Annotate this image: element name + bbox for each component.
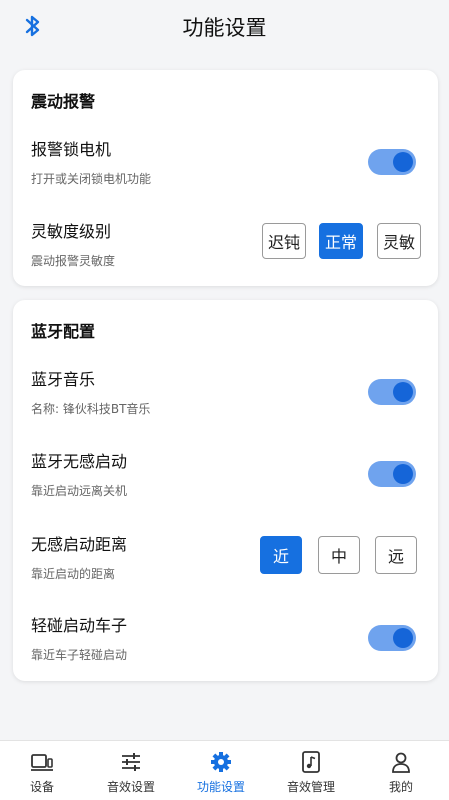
lock-motor-row: 报警锁电机 打开或关闭锁电机功能 bbox=[13, 136, 438, 196]
tab-sound-settings[interactable]: 音效设置 bbox=[86, 741, 176, 800]
tap-start-description: 靠近车子轻碰启动 bbox=[31, 648, 128, 662]
tab-label: 功能设置 bbox=[196, 780, 245, 794]
section-title: 震动报警 bbox=[31, 92, 96, 111]
tab-sound-management[interactable]: 音效管理 bbox=[266, 741, 356, 800]
sensitivity-option-normal[interactable]: 正常 bbox=[319, 223, 363, 259]
tab-label: 音效管理 bbox=[286, 780, 335, 794]
tab-device[interactable]: 设备 bbox=[0, 741, 87, 800]
tab-me[interactable]: 我的 bbox=[356, 741, 446, 800]
tab-label: 音效设置 bbox=[106, 780, 155, 794]
sensitivity-row: 灵敏度级别 震动报警灵敏度 迟钝 正常 灵敏 bbox=[13, 218, 438, 278]
keyless-start-description: 靠近启动远离关机 bbox=[31, 484, 128, 498]
start-distance-row: 无感启动距离 靠近启动的距离 近 中 远 bbox=[13, 531, 438, 591]
lock-motor-label: 报警锁电机 bbox=[31, 140, 112, 159]
keyless-start-toggle[interactable] bbox=[368, 461, 416, 487]
keyless-start-label: 蓝牙无感启动 bbox=[31, 452, 128, 471]
sensitivity-option-sensitive[interactable]: 灵敏 bbox=[377, 223, 421, 259]
page-title: 功能设置 bbox=[182, 16, 267, 40]
toggle-knob bbox=[393, 464, 413, 484]
tab-label: 设备 bbox=[29, 780, 54, 794]
top-bar: 功能设置 bbox=[0, 0, 449, 54]
distance-option-middle[interactable]: 中 bbox=[318, 536, 360, 574]
distance-option-near[interactable]: 近 bbox=[260, 536, 302, 574]
tap-start-toggle[interactable] bbox=[368, 625, 416, 651]
start-distance-label: 无感启动距离 bbox=[31, 535, 128, 554]
bluetooth-config-card: 蓝牙配置 蓝牙音乐 名称: 锋伙科技BT音乐 蓝牙无感启动 靠近启动远离关机 无… bbox=[13, 300, 438, 681]
sensitivity-description: 震动报警灵敏度 bbox=[31, 254, 116, 268]
toggle-knob bbox=[393, 628, 413, 648]
distance-option-far[interactable]: 远 bbox=[375, 536, 417, 574]
section-title: 蓝牙配置 bbox=[31, 322, 96, 341]
vibration-alarm-card: 震动报警 报警锁电机 打开或关闭锁电机功能 灵敏度级别 震动报警灵敏度 迟钝 正… bbox=[13, 70, 438, 286]
keyless-start-row: 蓝牙无感启动 靠近启动远离关机 bbox=[13, 448, 438, 508]
start-distance-description: 靠近启动的距离 bbox=[31, 567, 116, 581]
toggle-knob bbox=[393, 152, 413, 172]
tap-start-row: 轻碰启动车子 靠近车子轻碰启动 bbox=[13, 612, 438, 672]
bluetooth-music-toggle[interactable] bbox=[368, 379, 416, 405]
bottom-tab-bar: 设备 音效设置 功能设置 音效管理 我的 bbox=[0, 740, 449, 800]
tap-start-label: 轻碰启动车子 bbox=[31, 616, 128, 635]
bluetooth-music-label: 蓝牙音乐 bbox=[31, 370, 96, 389]
sensitivity-label: 灵敏度级别 bbox=[31, 222, 112, 241]
lock-motor-toggle[interactable] bbox=[368, 149, 416, 175]
bluetooth-icon[interactable] bbox=[22, 12, 44, 40]
gear-icon bbox=[211, 752, 231, 772]
music-file-icon bbox=[302, 751, 320, 773]
lock-motor-description: 打开或关闭锁电机功能 bbox=[31, 172, 152, 186]
toggle-knob bbox=[393, 382, 413, 402]
sensitivity-option-slow[interactable]: 迟钝 bbox=[262, 223, 306, 259]
bluetooth-music-row: 蓝牙音乐 名称: 锋伙科技BT音乐 bbox=[13, 366, 438, 426]
sliders-icon bbox=[122, 753, 140, 771]
tab-label: 我的 bbox=[388, 780, 413, 794]
tab-function-settings[interactable]: 功能设置 bbox=[176, 741, 266, 800]
bluetooth-music-name: 名称: 锋伙科技BT音乐 bbox=[31, 402, 151, 416]
device-icon bbox=[31, 754, 53, 771]
user-icon bbox=[392, 752, 410, 773]
